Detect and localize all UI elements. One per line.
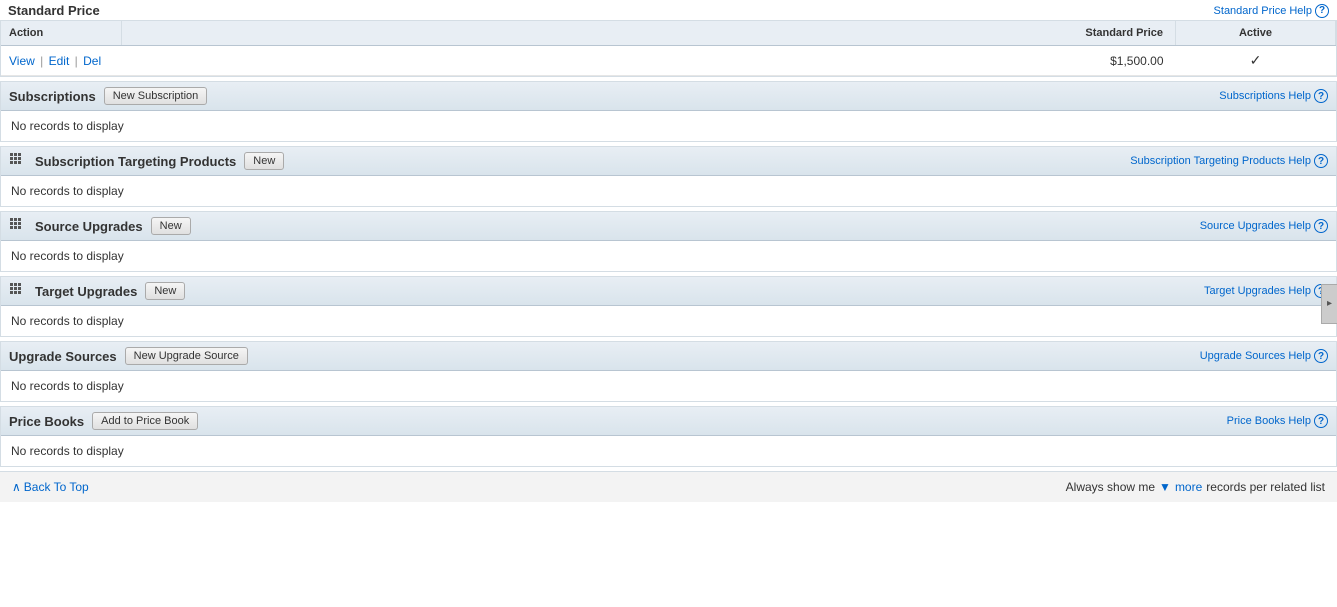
target-upgrades-title: Target Upgrades	[35, 284, 137, 299]
source-upgrades-section: Source Upgrades New Source Upgrades Help…	[0, 211, 1337, 272]
source-upgrades-header-right: Source Upgrades Help ?	[1200, 219, 1328, 233]
subscriptions-no-records: No records to display	[1, 111, 1336, 141]
view-link[interactable]: View	[9, 54, 35, 68]
upgrade-sources-section: Upgrade Sources New Upgrade Source Upgra…	[0, 341, 1337, 402]
source-upgrades-header-left: Source Upgrades New	[9, 217, 191, 235]
upgrade-sources-no-records: No records to display	[1, 371, 1336, 401]
price-books-header-left: Price Books Add to Price Book	[9, 412, 198, 430]
source-upgrades-help-text: Source Upgrades Help	[1200, 220, 1311, 232]
standard-price-header: Standard Price Standard Price Help ?	[0, 0, 1337, 20]
target-upgrades-section: Target Upgrades New Target Upgrades Help…	[0, 276, 1337, 337]
always-show-text: Always show me	[1066, 480, 1155, 494]
action-cell: View | Edit | Del	[1, 46, 121, 76]
subscriptions-help-link[interactable]: Subscriptions Help ?	[1219, 89, 1328, 103]
col-header-action: Action	[1, 21, 121, 46]
grid-icon-targeting	[9, 152, 27, 170]
price-books-help-text: Price Books Help	[1227, 415, 1311, 427]
subscription-targeting-header: Subscription Targeting Products New Subs…	[1, 147, 1336, 176]
separator-2: |	[75, 54, 78, 68]
col-header-active: Active	[1176, 21, 1336, 46]
target-upgrades-header: Target Upgrades New Target Upgrades Help…	[1, 277, 1336, 306]
back-to-top-text: Back To Top	[24, 480, 89, 494]
upgrade-sources-header-left: Upgrade Sources New Upgrade Source	[9, 347, 248, 365]
grid-icon-target	[9, 282, 27, 300]
collapse-handle[interactable]: ▸	[1321, 284, 1337, 324]
standard-price-table: Action Standard Price Active View | Edit…	[1, 21, 1336, 76]
price-books-title: Price Books	[9, 414, 84, 429]
target-upgrades-header-right: Target Upgrades Help ?	[1204, 284, 1328, 298]
upgrade-sources-title: Upgrade Sources	[9, 349, 117, 364]
new-target-upgrades-button[interactable]: New	[145, 282, 185, 300]
more-link[interactable]: more	[1175, 480, 1202, 494]
standard-price-table-section: Action Standard Price Active View | Edit…	[0, 20, 1337, 77]
target-upgrades-no-records: No records to display	[1, 306, 1336, 336]
price-books-header: Price Books Add to Price Book Price Book…	[1, 407, 1336, 436]
subscription-targeting-no-records: No records to display	[1, 176, 1336, 206]
subscriptions-header: Subscriptions New Subscription Subscript…	[1, 82, 1336, 111]
source-upgrades-header: Source Upgrades New Source Upgrades Help…	[1, 212, 1336, 241]
back-to-top-link[interactable]: ∧ Back To Top	[12, 480, 89, 494]
help-icon-source: ?	[1314, 219, 1328, 233]
table-header-row: Action Standard Price Active	[1, 21, 1336, 46]
target-upgrades-header-left: Target Upgrades New	[9, 282, 185, 300]
price-books-section: Price Books Add to Price Book Price Book…	[0, 406, 1337, 467]
source-upgrades-no-records: No records to display	[1, 241, 1336, 271]
subscriptions-section: Subscriptions New Subscription Subscript…	[0, 81, 1337, 142]
help-icon: ?	[1315, 4, 1329, 18]
help-icon-subscriptions: ?	[1314, 89, 1328, 103]
source-upgrades-help-link[interactable]: Source Upgrades Help ?	[1200, 219, 1328, 233]
up-arrow-icon: ∧	[12, 480, 21, 494]
grid-icon-source	[9, 217, 27, 235]
subscriptions-help-text: Subscriptions Help	[1219, 90, 1311, 102]
upgrade-sources-help-text: Upgrade Sources Help	[1200, 350, 1311, 362]
subscription-targeting-help-link[interactable]: Subscription Targeting Products Help ?	[1130, 154, 1328, 168]
active-checkmark: ✓	[1250, 52, 1262, 68]
records-text: records per related list	[1206, 480, 1325, 494]
del-link[interactable]: Del	[83, 54, 101, 68]
help-icon-upgrade-sources: ?	[1314, 349, 1328, 363]
records-note: Always show me ▼ more records per relate…	[1066, 480, 1325, 494]
subscriptions-header-right: Subscriptions Help ?	[1219, 89, 1328, 103]
standard-price-help-text: Standard Price Help	[1214, 5, 1312, 17]
standard-price-title: Standard Price	[8, 3, 100, 18]
subscription-targeting-help-text: Subscription Targeting Products Help	[1130, 155, 1311, 167]
price-books-header-right: Price Books Help ?	[1227, 414, 1328, 428]
dropdown-icon: ▼	[1159, 480, 1171, 494]
footer-bar: ∧ Back To Top Always show me ▼ more reco…	[0, 471, 1337, 502]
new-upgrade-source-button[interactable]: New Upgrade Source	[125, 347, 248, 365]
subscription-targeting-section: Subscription Targeting Products New Subs…	[0, 146, 1337, 207]
edit-link[interactable]: Edit	[49, 54, 70, 68]
price-value: $1,500.00	[1110, 54, 1163, 68]
subscription-targeting-title: Subscription Targeting Products	[35, 154, 236, 169]
subscription-targeting-header-left: Subscription Targeting Products New	[9, 152, 284, 170]
subscription-targeting-header-right: Subscription Targeting Products Help ?	[1130, 154, 1328, 168]
standard-price-help-link[interactable]: Standard Price Help ?	[1214, 4, 1329, 18]
new-targeting-button[interactable]: New	[244, 152, 284, 170]
upgrade-sources-header-right: Upgrade Sources Help ?	[1200, 349, 1328, 363]
table-row: View | Edit | Del $1,500.00 ✓	[1, 46, 1336, 76]
upgrade-sources-help-link[interactable]: Upgrade Sources Help ?	[1200, 349, 1328, 363]
subscriptions-title: Subscriptions	[9, 89, 96, 104]
active-cell: ✓	[1176, 46, 1336, 76]
subscriptions-header-left: Subscriptions New Subscription	[9, 87, 207, 105]
add-price-book-button[interactable]: Add to Price Book	[92, 412, 198, 430]
col-header-price: Standard Price	[121, 21, 1176, 46]
source-upgrades-title: Source Upgrades	[35, 219, 143, 234]
help-icon-price-books: ?	[1314, 414, 1328, 428]
price-books-no-records: No records to display	[1, 436, 1336, 466]
target-upgrades-help-link[interactable]: Target Upgrades Help ?	[1204, 284, 1328, 298]
separator-1: |	[40, 54, 43, 68]
help-icon-targeting: ?	[1314, 154, 1328, 168]
target-upgrades-help-text: Target Upgrades Help	[1204, 285, 1311, 297]
price-books-help-link[interactable]: Price Books Help ?	[1227, 414, 1328, 428]
price-cell: $1,500.00	[121, 46, 1176, 76]
upgrade-sources-header: Upgrade Sources New Upgrade Source Upgra…	[1, 342, 1336, 371]
new-source-upgrades-button[interactable]: New	[151, 217, 191, 235]
new-subscription-button[interactable]: New Subscription	[104, 87, 208, 105]
standard-price-section: Standard Price Standard Price Help ? Act…	[0, 0, 1337, 77]
